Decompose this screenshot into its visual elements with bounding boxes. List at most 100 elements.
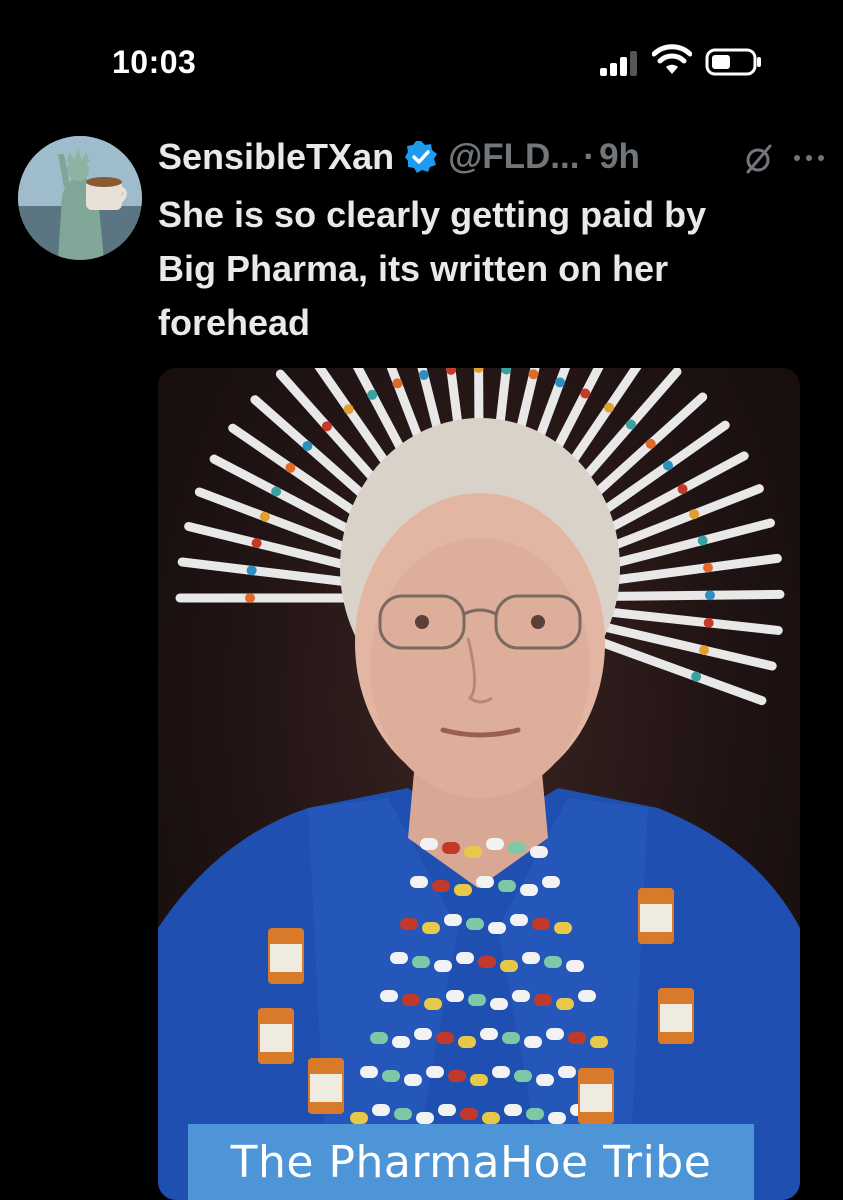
media-illustration <box>158 368 800 1200</box>
more-options-icon[interactable] <box>792 152 826 164</box>
pill <box>480 1028 498 1040</box>
pill <box>464 846 482 858</box>
pill <box>546 1028 564 1040</box>
battery-icon <box>705 48 761 76</box>
pill <box>444 914 462 926</box>
wifi-icon <box>652 44 692 74</box>
syringe-band <box>246 565 257 576</box>
pill <box>416 1112 434 1124</box>
syringe-band <box>392 378 403 389</box>
syringe-band <box>343 404 354 415</box>
syringe-band <box>271 486 282 497</box>
syringe-band <box>418 369 429 380</box>
pill <box>470 1074 488 1086</box>
syringe <box>184 521 359 572</box>
separator-dot: · <box>583 137 596 176</box>
pill <box>360 1066 378 1078</box>
syringe-band <box>580 388 591 399</box>
syringe <box>604 607 783 635</box>
grok-icon[interactable] <box>742 142 776 176</box>
cellular-signal-icon <box>600 50 640 76</box>
caption-text: The PharmaHoe Tribe <box>230 1136 712 1188</box>
pill <box>432 880 450 892</box>
pill <box>534 994 552 1006</box>
syringe-band <box>704 590 715 601</box>
pill <box>590 1036 608 1048</box>
caption-banner: The PharmaHoe Tribe <box>188 1124 754 1200</box>
author-display-name[interactable]: SensibleTXan <box>158 136 394 178</box>
pill <box>558 1066 576 1078</box>
pill <box>380 990 398 1002</box>
pill <box>504 1104 522 1116</box>
pill <box>422 922 440 934</box>
pill <box>526 1108 544 1120</box>
pill-bottle-label <box>270 944 302 972</box>
tweet-author-line: SensibleTXan @FLD... · 9h <box>158 134 640 180</box>
pill <box>548 1112 566 1124</box>
pill <box>566 960 584 972</box>
pill <box>382 1070 400 1082</box>
pill <box>438 1104 456 1116</box>
syringe-band <box>645 438 656 449</box>
pill-bottle-label <box>580 1084 612 1112</box>
pill <box>486 838 504 850</box>
pill-bottle-label <box>660 1004 692 1032</box>
pill <box>420 838 438 850</box>
pill <box>350 1112 368 1124</box>
syringe-band <box>699 645 710 656</box>
pill <box>372 1104 390 1116</box>
pill <box>394 1108 412 1120</box>
pill <box>392 1036 410 1048</box>
pill <box>478 956 496 968</box>
tweet-timestamp[interactable]: 9h <box>599 137 640 177</box>
pill <box>414 1028 432 1040</box>
syringe-band <box>697 535 708 546</box>
status-time: 10:03 <box>112 44 197 80</box>
pill <box>492 1066 510 1078</box>
syringe-band <box>302 440 313 451</box>
pill <box>514 1070 532 1082</box>
pill <box>512 990 530 1002</box>
pill <box>442 842 460 854</box>
syringe-band <box>703 617 714 628</box>
pill <box>460 1108 478 1120</box>
tweet-text-line: forehead <box>158 302 311 343</box>
pill <box>524 1036 542 1048</box>
syringe-band <box>604 402 615 413</box>
pill <box>544 956 562 968</box>
pill <box>532 918 550 930</box>
syringe-band <box>285 462 296 473</box>
tweet-media-image[interactable]: The PharmaHoe Tribe <box>158 368 800 1200</box>
pill <box>468 994 486 1006</box>
syringe-band <box>663 460 674 471</box>
statue-of-liberty-avatar-icon <box>18 136 142 260</box>
author-handle[interactable]: @FLD... <box>448 137 579 177</box>
pill <box>476 876 494 888</box>
pill <box>522 952 540 964</box>
tweet-text-line: Big Pharma, its written on her <box>158 248 669 289</box>
pill <box>568 1032 586 1044</box>
pill <box>454 884 472 896</box>
pill <box>402 994 420 1006</box>
pill <box>448 1070 466 1082</box>
status-bar: 10:03 <box>0 0 843 120</box>
pill-bottle-label <box>310 1074 342 1102</box>
avatar[interactable] <box>18 136 142 260</box>
pill <box>542 876 560 888</box>
pill <box>482 1112 500 1124</box>
syringe <box>177 557 356 587</box>
tweet-text-line: She is so clearly getting paid by <box>158 194 707 235</box>
pill <box>502 1032 520 1044</box>
verified-badge-icon <box>405 141 438 173</box>
pill <box>412 956 430 968</box>
syringe-band <box>625 419 636 430</box>
pill <box>458 1036 476 1048</box>
syringe-band <box>702 562 713 573</box>
pill <box>520 884 538 896</box>
syringe-band <box>245 593 255 603</box>
syringe-band <box>251 538 262 549</box>
pill <box>490 998 508 1010</box>
pill-bottle-label <box>260 1024 292 1052</box>
syringe-band <box>259 511 270 522</box>
syringe-band <box>689 509 700 520</box>
